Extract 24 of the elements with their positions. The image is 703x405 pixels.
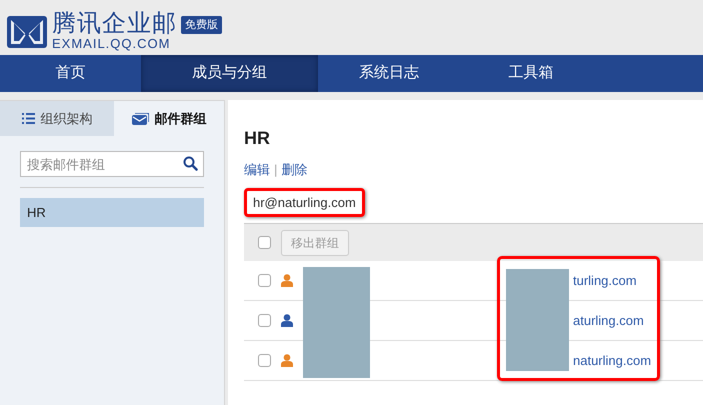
logo-subtitle: EXMAIL.QQ.COM [52, 36, 172, 50]
list-icon [22, 113, 35, 124]
logo-title: 腾讯企业邮 [52, 10, 177, 36]
group-title: HR [244, 127, 271, 149]
group-email: hr@naturling.com [244, 188, 365, 217]
search-field[interactable]: 搜索邮件群组 [20, 151, 204, 177]
sidebar-tab[interactable]: 组织架构 [0, 101, 114, 136]
separator: | [274, 162, 278, 177]
row-checkbox[interactable] [258, 274, 271, 287]
group-list-item[interactable]: HR [20, 198, 204, 227]
search-icon [183, 156, 198, 171]
edition-badge: 免费版 [181, 16, 222, 34]
action-link[interactable]: 编辑 [244, 162, 270, 177]
nav-tab[interactable]: 工具箱 [460, 55, 602, 92]
member-email[interactable]: aturling.com [573, 310, 644, 330]
row-checkbox[interactable] [258, 314, 271, 327]
action-link[interactable]: 删除 [281, 162, 308, 177]
nav-tab[interactable]: 成员与分组 [141, 55, 318, 92]
mail-stack-icon [132, 112, 149, 124]
member-email[interactable]: naturling.com [573, 350, 652, 370]
nav-tab[interactable]: 首页 [0, 55, 141, 92]
nav-tab[interactable]: 系统日志 [318, 55, 460, 92]
row-checkbox[interactable] [258, 354, 271, 367]
member-email[interactable]: turling.com [573, 270, 637, 290]
